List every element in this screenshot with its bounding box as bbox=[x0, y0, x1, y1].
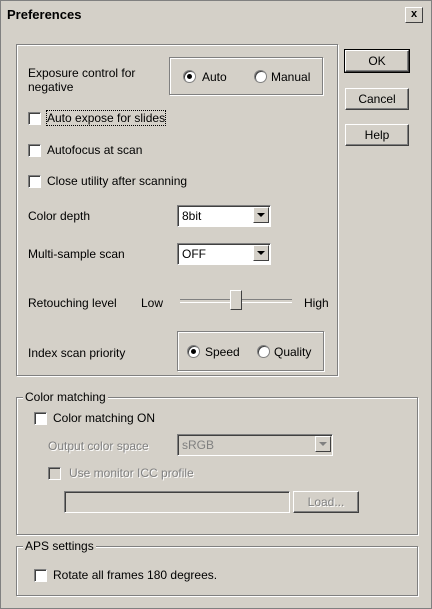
multisample-value: OFF bbox=[182, 247, 206, 261]
load-button[interactable]: Load... bbox=[293, 491, 359, 513]
rotate-frames-label[interactable]: Rotate all frames 180 degrees. bbox=[53, 568, 217, 582]
main-settings-group: Exposure control for negative Auto Manua… bbox=[16, 44, 338, 376]
index-quality-label[interactable]: Quality bbox=[274, 345, 311, 359]
multisample-label: Multi-sample scan bbox=[28, 247, 125, 261]
autofocus-scan-label[interactable]: Autofocus at scan bbox=[47, 143, 142, 157]
index-quality-radio[interactable] bbox=[257, 345, 270, 358]
close-utility-label[interactable]: Close utility after scanning bbox=[47, 174, 187, 188]
output-space-select[interactable]: sRGB bbox=[177, 434, 333, 456]
auto-expose-slides-checkbox[interactable] bbox=[28, 112, 41, 125]
ok-button[interactable]: OK bbox=[344, 49, 410, 73]
autofocus-scan-checkbox[interactable] bbox=[28, 144, 41, 157]
monitor-icc-checkbox[interactable] bbox=[48, 467, 61, 480]
monitor-icc-label[interactable]: Use monitor ICC profile bbox=[69, 466, 194, 480]
retouching-slider-thumb[interactable] bbox=[230, 290, 242, 310]
window-title: Preferences bbox=[7, 7, 82, 22]
exposure-manual-radio[interactable] bbox=[254, 70, 267, 83]
output-space-label: Output color space bbox=[48, 439, 149, 453]
retouching-low-label: Low bbox=[141, 296, 164, 310]
cancel-button[interactable]: Cancel bbox=[345, 88, 409, 110]
profile-path-field[interactable] bbox=[64, 491, 290, 513]
retouching-label: Retouching level bbox=[28, 296, 117, 310]
color-matching-group: Color matching Color matching ON Output … bbox=[16, 390, 418, 535]
exposure-label: Exposure control for negative bbox=[28, 66, 136, 94]
rotate-frames-checkbox[interactable] bbox=[34, 569, 47, 582]
index-speed-radio[interactable] bbox=[187, 345, 200, 358]
exposure-auto-radio[interactable] bbox=[183, 70, 196, 83]
exposure-manual-label[interactable]: Manual bbox=[271, 70, 310, 84]
close-utility-checkbox[interactable] bbox=[28, 175, 41, 188]
index-priority-radio-group: Speed Quality bbox=[177, 331, 324, 371]
dropdown-arrow-icon[interactable] bbox=[253, 207, 269, 223]
auto-expose-slides-label[interactable]: Auto expose for slides bbox=[45, 110, 167, 126]
color-matching-label[interactable]: Color matching ON bbox=[53, 411, 155, 425]
index-speed-label[interactable]: Speed bbox=[205, 345, 240, 359]
color-depth-value: 8bit bbox=[182, 209, 202, 223]
color-matching-checkbox[interactable] bbox=[34, 412, 47, 425]
dropdown-arrow-icon[interactable] bbox=[315, 436, 331, 452]
color-matching-legend: Color matching bbox=[23, 390, 108, 404]
preferences-dialog: Preferences x Exposure control for negat… bbox=[0, 0, 432, 609]
color-depth-select[interactable]: 8bit bbox=[177, 205, 271, 227]
exposure-radio-group: Auto Manual bbox=[169, 57, 323, 95]
multisample-select[interactable]: OFF bbox=[177, 243, 271, 265]
color-depth-label: Color depth bbox=[28, 209, 91, 223]
help-button[interactable]: Help bbox=[345, 124, 409, 146]
close-button[interactable]: x bbox=[405, 7, 423, 23]
exposure-auto-label[interactable]: Auto bbox=[202, 70, 227, 84]
title-bar: Preferences x bbox=[3, 3, 429, 27]
retouching-high-label: High bbox=[304, 296, 329, 310]
dropdown-arrow-icon[interactable] bbox=[253, 245, 269, 261]
aps-settings-group: APS settings Rotate all frames 180 degre… bbox=[16, 539, 418, 596]
index-priority-label: Index scan priority bbox=[28, 346, 126, 360]
output-space-value: sRGB bbox=[182, 438, 215, 452]
aps-settings-legend: APS settings bbox=[23, 539, 96, 553]
